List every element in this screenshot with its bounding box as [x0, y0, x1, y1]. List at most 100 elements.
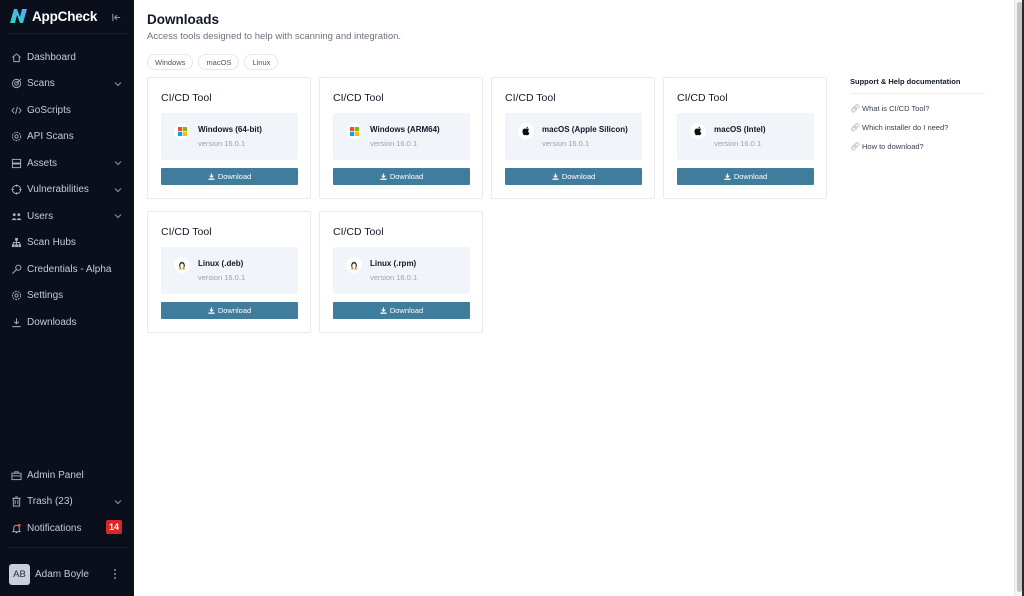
- download-icon: [380, 307, 387, 314]
- download-button[interactable]: Download: [505, 168, 642, 185]
- download-card: CI/CD Tool Linux (.deb) version 16.0.1 D…: [147, 211, 311, 333]
- key-icon: [10, 263, 22, 275]
- platform-info: Windows (64-bit) version 16.0.1: [161, 113, 298, 160]
- sidebar-item-label: GoScripts: [27, 104, 71, 116]
- windows-icon: [174, 123, 190, 139]
- download-button[interactable]: Download: [161, 302, 298, 319]
- sidebar-item-label: Scan Hubs: [27, 237, 76, 249]
- sidebar-item-scans[interactable]: Scans: [0, 71, 134, 98]
- main-content: Downloads Access tools designed to help …: [134, 0, 1014, 596]
- sidebar-item-downloads[interactable]: Downloads: [0, 309, 134, 336]
- sidebar-item-label: Notifications: [27, 522, 82, 534]
- sidebar-item-trash[interactable]: Trash (23): [0, 489, 134, 516]
- download-button[interactable]: Download: [333, 168, 470, 185]
- more-vertical-icon: [114, 569, 116, 579]
- filter-chip-windows[interactable]: Windows: [147, 54, 194, 70]
- sidebar-item-label: Assets: [27, 157, 58, 169]
- user-menu-button[interactable]: [110, 568, 120, 582]
- sidebar-item-users[interactable]: Users: [0, 203, 134, 230]
- help-title: Support & Help documentation: [850, 77, 985, 94]
- code-icon: [10, 104, 22, 116]
- filter-chip-macos[interactable]: macOS: [198, 54, 240, 70]
- sidebar-item-scan-hubs[interactable]: Scan Hubs: [0, 230, 134, 257]
- platform-info: Linux (.deb) version 16.0.1: [161, 247, 298, 294]
- download-button-label: Download: [733, 172, 768, 181]
- avatar: AB: [9, 564, 30, 585]
- sidebar-item-credentials[interactable]: Credentials - Alpha: [0, 256, 134, 283]
- chevron-down-icon: [114, 214, 122, 219]
- sidebar-item-vulnerabilities[interactable]: Vulnerabilities: [0, 177, 134, 204]
- sidebar-item-notifications[interactable]: Notifications 14: [0, 515, 134, 542]
- chevron-down-icon: [114, 499, 122, 504]
- sidebar-item-label: API Scans: [27, 131, 74, 143]
- download-button-label: Download: [389, 306, 424, 315]
- platform-info: Windows (ARM64) version 16.0.1: [333, 113, 470, 160]
- appcheck-logo-icon: [10, 9, 27, 23]
- download-button[interactable]: Download: [333, 302, 470, 319]
- download-icon: [380, 173, 387, 180]
- gear-icon: [10, 290, 22, 302]
- platform-info: macOS (Intel) version 16.0.1: [677, 113, 814, 160]
- platform-name: macOS (Intel): [714, 125, 766, 134]
- download-button[interactable]: Download: [161, 168, 298, 185]
- download-card: CI/CD Tool macOS (Intel) version 16.0.1 …: [663, 77, 827, 199]
- sidebar-nav: Dashboard Scans GoScripts API Scans Asse…: [0, 44, 134, 336]
- download-icon: [724, 173, 731, 180]
- download-button-label: Download: [389, 172, 424, 181]
- help-link[interactable]: 🔗︎ How to download?: [850, 142, 985, 151]
- sidebar-item-label: Trash (23): [27, 496, 73, 508]
- sidebar-item-api-scans[interactable]: API Scans: [0, 124, 134, 151]
- sidebar-item-label: Downloads: [27, 316, 77, 328]
- brand[interactable]: AppCheck: [9, 8, 97, 24]
- version-label: version 16.0.1: [198, 139, 246, 148]
- user-name: Adam Boyle: [35, 569, 89, 580]
- sidebar-item-label: Users: [27, 210, 54, 222]
- download-button-label: Download: [217, 172, 252, 181]
- download-icon: [552, 173, 559, 180]
- download-icon: [10, 316, 22, 328]
- collapse-sidebar-button[interactable]: [109, 10, 123, 24]
- platform-name: Linux (.rpm): [370, 259, 417, 268]
- sidebar: AppCheck Dashboard Scans GoScripts API S…: [0, 0, 134, 596]
- card-title: CI/CD Tool: [333, 226, 384, 238]
- card-title: CI/CD Tool: [677, 92, 728, 104]
- chevron-down-icon: [114, 81, 122, 86]
- divider: [8, 547, 128, 548]
- platform-name: Linux (.deb): [198, 259, 244, 268]
- link-icon: 🔗︎: [850, 142, 861, 151]
- users-icon: [10, 210, 22, 222]
- linux-icon: [346, 257, 362, 273]
- download-card: CI/CD Tool Windows (64-bit) version 16.0…: [147, 77, 311, 199]
- card-title: CI/CD Tool: [505, 92, 556, 104]
- download-button-label: Download: [561, 172, 596, 181]
- sidebar-item-label: Vulnerabilities: [27, 184, 89, 196]
- apple-icon: [690, 123, 706, 139]
- platform-info: Linux (.rpm) version 16.0.1: [333, 247, 470, 294]
- sidebar-item-assets[interactable]: Assets: [0, 150, 134, 177]
- platform-info: macOS (Apple Silicon) version 16.0.1: [505, 113, 642, 160]
- sidebar-item-goscripts[interactable]: GoScripts: [0, 97, 134, 124]
- help-link-label: What is CI/CD Tool?: [862, 104, 930, 113]
- sidebar-item-admin-panel[interactable]: Admin Panel: [0, 462, 134, 489]
- download-icon: [208, 173, 215, 180]
- version-label: version 16.0.1: [542, 139, 590, 148]
- help-link[interactable]: 🔗︎ Which installer do I need?: [850, 123, 985, 132]
- briefcase-icon: [10, 469, 22, 481]
- help-link-label: Which installer do I need?: [862, 123, 949, 132]
- filter-chip-linux[interactable]: Linux: [244, 54, 279, 70]
- bell-icon: [10, 522, 22, 534]
- sidebar-bottom-nav: Admin Panel Trash (23) Notifications 14: [0, 462, 134, 542]
- sidebar-item-dashboard[interactable]: Dashboard: [0, 44, 134, 71]
- download-card: CI/CD Tool macOS (Apple Silicon) version…: [491, 77, 655, 199]
- download-icon: [208, 307, 215, 314]
- chevron-down-icon: [114, 187, 122, 192]
- platform-name: Windows (64-bit): [198, 125, 262, 134]
- divider: [8, 33, 128, 34]
- apple-icon: [518, 123, 534, 139]
- sidebar-item-settings[interactable]: Settings: [0, 283, 134, 310]
- version-label: version 16.0.1: [714, 139, 762, 148]
- download-button[interactable]: Download: [677, 168, 814, 185]
- download-card: CI/CD Tool Windows (ARM64) version 16.0.…: [319, 77, 483, 199]
- user-profile[interactable]: AB Adam Boyle: [9, 564, 89, 585]
- help-link[interactable]: 🔗︎ What is CI/CD Tool?: [850, 104, 985, 113]
